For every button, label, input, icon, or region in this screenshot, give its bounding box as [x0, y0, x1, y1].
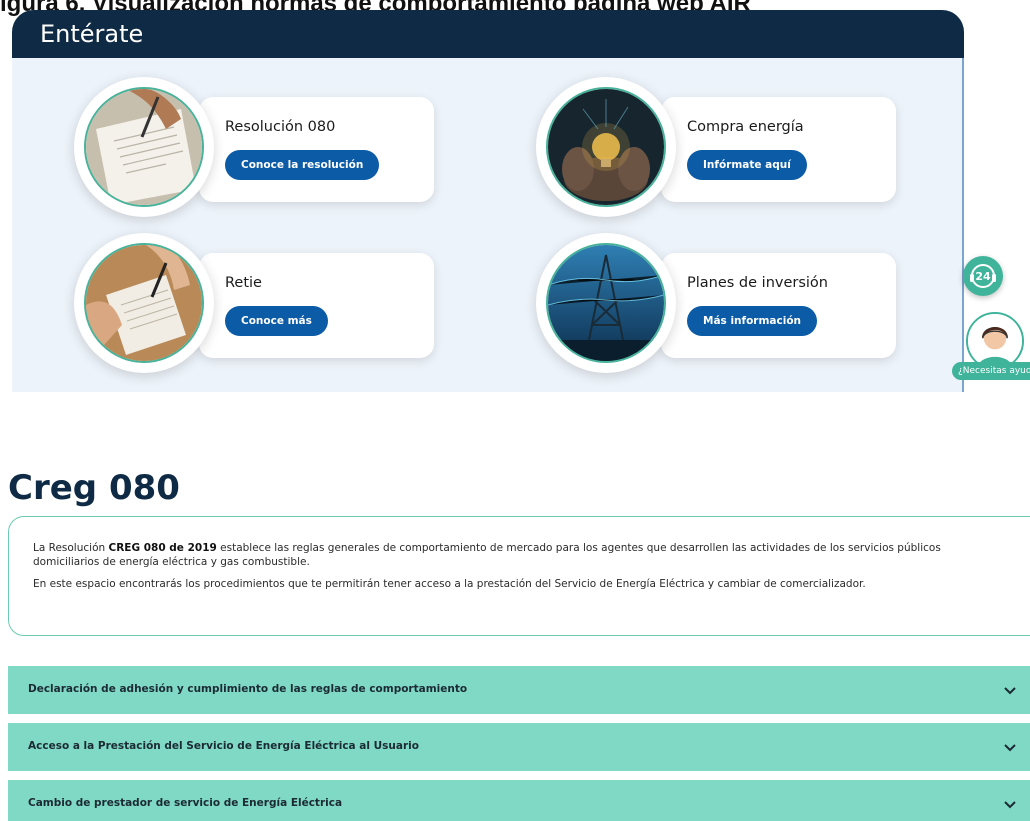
card-image-ring — [74, 233, 214, 373]
intro-paragraph: La Resolución CREG 080 de 2019 establece… — [33, 541, 993, 569]
hands-holding-bulb-photo — [546, 87, 666, 207]
chevron-down-icon — [1002, 741, 1018, 755]
intro-bold: CREG 080 de 2019 — [108, 542, 217, 554]
help-label[interactable]: ¿Necesitas ayuda? — [952, 362, 1030, 380]
accordion-cambio[interactable]: Cambio de prestador de servicio de Energ… — [8, 780, 1030, 821]
card-title: Resolución 080 — [225, 119, 336, 135]
help-widget[interactable]: ¿Necesitas ayuda? — [952, 312, 1030, 382]
card-image-ring — [74, 77, 214, 217]
headset-icon: 24 — [970, 264, 996, 288]
card-retie: Retie Conoce más — [199, 253, 434, 358]
card-title: Retie — [225, 275, 262, 291]
card-resolucion-080: Resolución 080 Conoce la resolución — [199, 97, 434, 202]
card-title: Compra energía — [687, 119, 804, 135]
enterate-title: Entérate — [12, 10, 964, 58]
hand-writing-photo — [84, 243, 204, 363]
intro-box: La Resolución CREG 080 de 2019 establece… — [8, 516, 1030, 636]
card-compra-energia: Compra energía Infórmate aquí — [661, 97, 896, 202]
power-tower-photo — [546, 243, 666, 363]
chevron-down-icon — [1002, 684, 1018, 698]
accordion-label: Declaración de adhesión y cumplimiento d… — [28, 683, 468, 695]
support-24-button[interactable]: 24 — [963, 256, 1003, 296]
card-title: Planes de inversión — [687, 275, 828, 291]
accordion-label: Acceso a la Prestación del Servicio de E… — [28, 740, 419, 752]
intro-prefix: La Resolución — [33, 542, 109, 554]
informate-aqui-button[interactable]: Infórmate aquí — [687, 150, 807, 180]
mas-informacion-button[interactable]: Más información — [687, 306, 818, 336]
card-planes-inversion: Planes de inversión Más información — [661, 253, 896, 358]
conoce-mas-button[interactable]: Conoce más — [225, 306, 328, 336]
accordion-label: Cambio de prestador de servicio de Energ… — [28, 797, 343, 809]
intro-second-paragraph: En este espacio encontrarás los procedim… — [33, 578, 866, 590]
conoce-resolucion-button[interactable]: Conoce la resolución — [225, 150, 380, 180]
accordion-declaracion[interactable]: Declaración de adhesión y cumplimiento d… — [8, 666, 1030, 714]
accordion-acceso[interactable]: Acceso a la Prestación del Servicio de E… — [8, 723, 1030, 771]
enterate-panel: Entérate Resolución 080 Conoce la resolu… — [12, 10, 964, 392]
chevron-down-icon — [1002, 798, 1018, 812]
support-24-label: 24 — [975, 270, 991, 283]
card-image-ring — [536, 233, 676, 373]
creg-title: Creg 080 — [8, 468, 180, 508]
card-image-ring — [536, 77, 676, 217]
document-signing-photo — [84, 87, 204, 207]
